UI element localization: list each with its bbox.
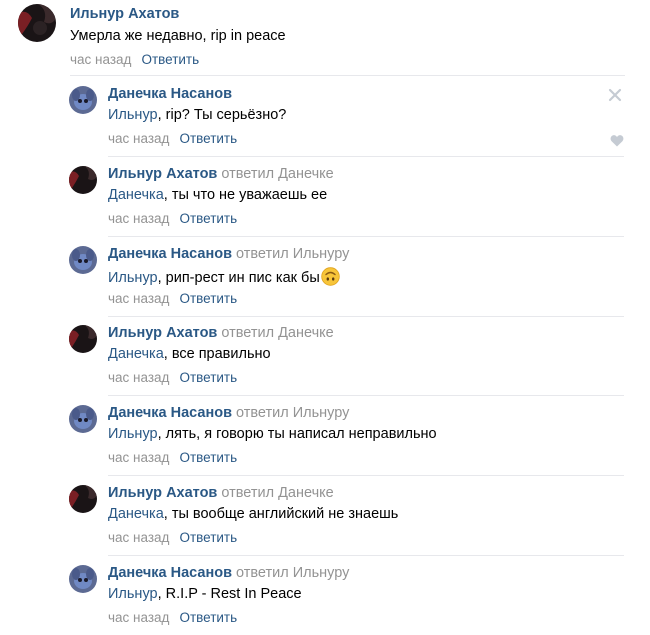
mention-link[interactable]: Ильнур bbox=[108, 586, 158, 602]
mention-link[interactable]: Ильнур bbox=[108, 107, 158, 123]
reply-target[interactable]: ответил Ильнуру bbox=[236, 565, 349, 581]
list-item: Данечка Насанов Ильнур, rip? Ты серьёзно… bbox=[0, 76, 650, 157]
comment-text: Умерла же недавно, rip in peace bbox=[70, 28, 286, 44]
list-item: Ильнур Ахатов ответил Данечке Данечка, ты… bbox=[0, 156, 650, 237]
mention-link[interactable]: Ильнур bbox=[108, 426, 158, 442]
avatar[interactable] bbox=[69, 405, 97, 433]
comment-time[interactable]: час назад bbox=[70, 52, 131, 67]
mention-link[interactable]: Данечка bbox=[108, 346, 164, 362]
reply-target[interactable]: ответил Данечке bbox=[221, 166, 333, 182]
reply-target[interactable]: ответил Данечке bbox=[221, 325, 333, 341]
comment-author[interactable]: Ильнур Ахатов bbox=[70, 6, 179, 22]
list-item: Ильнур Ахатов ответил Данечке Данечка, вс… bbox=[0, 315, 650, 396]
reply-button[interactable]: Ответить bbox=[179, 610, 237, 625]
mention-link[interactable]: Данечка bbox=[108, 506, 164, 522]
comment-meta: час назад Ответить bbox=[108, 450, 237, 465]
comment-text: Ильнур, лять, я говорю ты написал неправ… bbox=[108, 426, 437, 442]
comment-author[interactable]: Данечка Насанов bbox=[108, 86, 232, 102]
comment-meta: час назад Ответить bbox=[108, 610, 237, 625]
comment-meta: час назад Ответить bbox=[108, 291, 237, 306]
avatar[interactable] bbox=[69, 565, 97, 593]
list-item: Ильнур Ахатов ответил Данечке Данечка, ты… bbox=[0, 475, 650, 556]
avatar[interactable] bbox=[69, 485, 97, 513]
comment-text: Ильнур, рип-рест ин пис как бы bbox=[108, 267, 340, 286]
comment-meta: час назад Ответить bbox=[108, 530, 237, 545]
comment-meta: час назад Ответить bbox=[70, 52, 199, 67]
comment-author[interactable]: Ильнур Ахатов bbox=[108, 166, 217, 182]
list-item: Данечка Насанов ответил Ильнуру Ильнур, R… bbox=[0, 555, 650, 635]
comment-time[interactable]: час назад bbox=[108, 450, 169, 465]
comment-text: Ильнур, R.I.P - Rest In Peace bbox=[108, 586, 302, 602]
list-item: Данечка Насанов ответил Ильнуру Ильнур, л… bbox=[0, 395, 650, 476]
reply-button[interactable]: Ответить bbox=[179, 131, 237, 146]
comment-thread: Ильнур Ахатов Умерла же недавно, rip in … bbox=[0, 0, 650, 635]
avatar[interactable] bbox=[69, 166, 97, 194]
comment-text: Данечка, все правильно bbox=[108, 346, 271, 362]
avatar[interactable] bbox=[18, 4, 56, 42]
comment-time[interactable]: час назад bbox=[108, 291, 169, 306]
comment-meta: час назад Ответить bbox=[108, 211, 237, 226]
comment-meta: час назад Ответить bbox=[108, 370, 237, 385]
comment-time[interactable]: час назад bbox=[108, 530, 169, 545]
comment-time[interactable]: час назад bbox=[108, 211, 169, 226]
comment-author[interactable]: Ильнур Ахатов bbox=[108, 325, 217, 341]
reply-target[interactable]: ответил Данечке bbox=[221, 485, 333, 501]
avatar[interactable] bbox=[69, 246, 97, 274]
mention-link[interactable]: Данечка bbox=[108, 187, 164, 203]
reply-button[interactable]: Ответить bbox=[179, 291, 237, 306]
comment-author[interactable]: Ильнур Ахатов bbox=[108, 485, 217, 501]
comment-text: Данечка, ты что не уважаешь ее bbox=[108, 187, 328, 203]
reply-target[interactable]: ответил Ильнуру bbox=[236, 405, 349, 421]
comment-text: Данечка, ты вообще английский не знаешь bbox=[108, 506, 399, 522]
mention-link[interactable]: Ильнур bbox=[108, 270, 158, 286]
reply-button[interactable]: Ответить bbox=[179, 211, 237, 226]
comment-text: Ильнур, rip? Ты серьёзно? bbox=[108, 107, 287, 123]
reply-button[interactable]: Ответить bbox=[179, 450, 237, 465]
comment-meta: час назад Ответить bbox=[108, 131, 237, 146]
comment-author[interactable]: Данечка Насанов bbox=[108, 565, 232, 581]
reply-button[interactable]: Ответить bbox=[179, 530, 237, 545]
reply-button[interactable]: Ответить bbox=[179, 370, 237, 385]
avatar[interactable] bbox=[69, 86, 97, 114]
comment-author[interactable]: Данечка Насанов bbox=[108, 246, 232, 262]
comment-time[interactable]: час назад bbox=[108, 370, 169, 385]
comment-time[interactable]: час назад bbox=[108, 131, 169, 146]
list-item: Данечка Насанов ответил Ильнуру Ильнур, р… bbox=[0, 236, 650, 317]
upside-down-face-emoji-icon bbox=[321, 267, 340, 286]
avatar[interactable] bbox=[69, 325, 97, 353]
reply-button[interactable]: Ответить bbox=[141, 52, 199, 67]
comment-author[interactable]: Данечка Насанов bbox=[108, 405, 232, 421]
comment-time[interactable]: час назад bbox=[108, 610, 169, 625]
reply-target[interactable]: ответил Ильнуру bbox=[236, 246, 349, 262]
